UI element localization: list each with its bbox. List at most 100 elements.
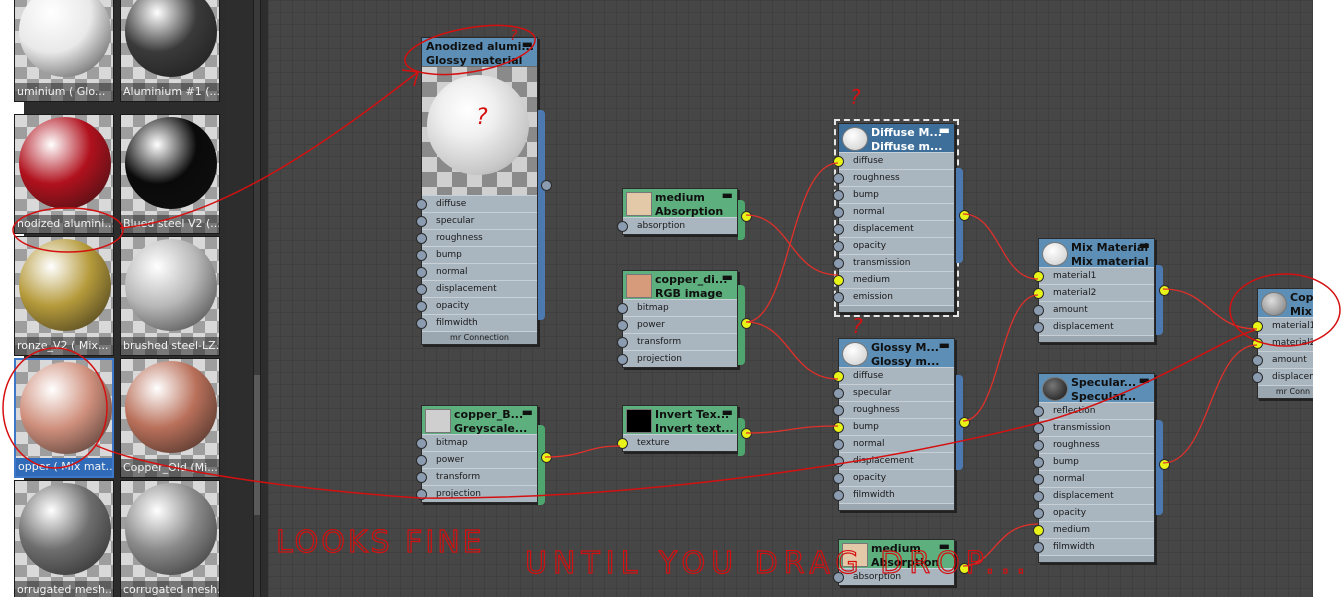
- collapse-icon[interactable]: ▬: [522, 38, 533, 51]
- input-port-icon[interactable]: [1252, 338, 1263, 349]
- input-port-icon[interactable]: [617, 354, 628, 365]
- input-port-icon[interactable]: [1033, 542, 1044, 553]
- input-port-icon[interactable]: [833, 241, 844, 252]
- material-thumbnail[interactable]: nodized alumini...: [14, 114, 114, 234]
- input-port-icon[interactable]: [833, 456, 844, 467]
- material-thumbnail[interactable]: ronze_V2 ( Mix...: [14, 236, 114, 356]
- output-port[interactable]: [1159, 285, 1170, 296]
- node-header[interactable]: copper_B... Greyscale... ▬: [422, 406, 537, 434]
- node-header[interactable]: Glossy M... Glossy m... ▬: [839, 339, 954, 367]
- output-port[interactable]: [541, 452, 552, 463]
- node-slot-amount[interactable]: amount: [1033, 301, 1154, 318]
- input-port-icon[interactable]: [833, 173, 844, 184]
- input-port-icon[interactable]: [416, 284, 427, 295]
- node-slot-displacement[interactable]: displacement: [833, 452, 954, 469]
- input-port-icon[interactable]: [833, 190, 844, 201]
- node-editor-canvas[interactable]: Anodized alumi... Glossy material ▬ diff…: [268, 0, 1313, 597]
- input-port-icon[interactable]: [833, 405, 844, 416]
- node-slot-roughness[interactable]: roughness: [416, 229, 537, 246]
- input-port-icon[interactable]: [416, 472, 427, 483]
- output-port[interactable]: [959, 417, 970, 428]
- input-port-icon[interactable]: [833, 156, 844, 167]
- node-slot-medium[interactable]: medium: [1033, 521, 1154, 538]
- collapse-icon[interactable]: ▬: [722, 189, 733, 202]
- node-copper-rgb-image[interactable]: copper_di... RGB image ▬ bitmap power tran…: [617, 270, 738, 368]
- panel-splitter[interactable]: [226, 0, 268, 597]
- node-slot-medium[interactable]: medium: [833, 271, 954, 288]
- output-port[interactable]: [541, 180, 552, 191]
- input-port-icon[interactable]: [617, 337, 628, 348]
- node-header[interactable]: medium Absorption ▬: [623, 189, 737, 217]
- node-slot-diffuse[interactable]: diffuse: [833, 367, 954, 384]
- node-slot-material2[interactable]: material2: [1033, 284, 1154, 301]
- node-slot-normal[interactable]: normal: [1033, 470, 1154, 487]
- input-port-icon[interactable]: [1033, 288, 1044, 299]
- input-port-icon[interactable]: [617, 320, 628, 331]
- collapse-icon[interactable]: ▬: [939, 540, 950, 553]
- node-slot-bitmap[interactable]: bitmap: [617, 299, 737, 316]
- input-port-icon[interactable]: [1033, 474, 1044, 485]
- node-slot-filmwidth[interactable]: filmwidth: [833, 486, 954, 503]
- input-port-icon[interactable]: [833, 275, 844, 286]
- node-header[interactable]: Mix Material Mix material ▬: [1039, 239, 1154, 267]
- node-slot-specular[interactable]: specular: [833, 384, 954, 401]
- input-port-icon[interactable]: [833, 422, 844, 433]
- node-slot-material1[interactable]: material1: [1252, 317, 1313, 334]
- node-diffuse-material[interactable]: Diffuse M... Diffuse m... ▬ diffuse rough…: [833, 119, 959, 317]
- input-port-icon[interactable]: [416, 455, 427, 466]
- input-port-icon[interactable]: [833, 207, 844, 218]
- node-slot-emission[interactable]: emission: [833, 288, 954, 305]
- input-port-icon[interactable]: [1033, 271, 1044, 282]
- material-thumbnail[interactable]: Copper_Old (Mi...: [120, 358, 220, 478]
- collapse-icon[interactable]: ▬: [939, 124, 950, 137]
- collapse-icon[interactable]: ▬: [939, 339, 950, 352]
- input-port-icon[interactable]: [1033, 305, 1044, 316]
- node-slot-absorption[interactable]: absorption: [833, 568, 954, 585]
- node-slot-bump[interactable]: bump: [1033, 453, 1154, 470]
- output-port[interactable]: [741, 428, 752, 439]
- node-anodized-glossy[interactable]: Anodized alumi... Glossy material ▬ diff…: [416, 37, 538, 345]
- input-port-icon[interactable]: [833, 371, 844, 382]
- node-slot-amount[interactable]: amount: [1252, 351, 1313, 368]
- node-slot-opacity[interactable]: opacity: [833, 469, 954, 486]
- output-port[interactable]: [1159, 459, 1170, 470]
- collapse-icon[interactable]: ▬: [522, 406, 533, 419]
- node-slot-projection[interactable]: projection: [617, 350, 737, 367]
- node-header[interactable]: Copp Mix r: [1258, 289, 1313, 317]
- collapse-icon[interactable]: ▬: [1139, 374, 1150, 387]
- node-slot-filmwidth[interactable]: filmwidth: [416, 314, 537, 331]
- node-slot-displacement[interactable]: displacement: [1033, 487, 1154, 504]
- input-port-icon[interactable]: [416, 438, 427, 449]
- material-thumbnail[interactable]: Aluminium #1 (...: [120, 0, 220, 102]
- node-header[interactable]: Specular... Specular... ▬: [1039, 374, 1154, 402]
- input-port-icon[interactable]: [416, 199, 427, 210]
- node-slot-normal[interactable]: normal: [416, 263, 537, 280]
- node-slot-displacement[interactable]: displacement: [1033, 318, 1154, 335]
- input-port-icon[interactable]: [416, 301, 427, 312]
- material-thumbnail[interactable]: opper ( Mix mat...: [14, 358, 114, 478]
- collapse-icon[interactable]: ▬: [722, 271, 733, 284]
- node-medium-absorption-2[interactable]: medium Absorption ▬ absorption: [833, 539, 955, 586]
- collapse-icon[interactable]: ▬: [722, 406, 733, 419]
- node-slot-filmwidth[interactable]: filmwidth: [1033, 538, 1154, 555]
- input-port-icon[interactable]: [1033, 525, 1044, 536]
- node-header[interactable]: Diffuse M... Diffuse m... ▬: [839, 124, 954, 152]
- input-port-icon[interactable]: [833, 224, 844, 235]
- input-port-icon[interactable]: [1252, 372, 1263, 383]
- input-port-icon[interactable]: [1252, 355, 1263, 366]
- node-slot-opacity[interactable]: opacity: [833, 237, 954, 254]
- input-port-icon[interactable]: [833, 388, 844, 399]
- input-port-icon[interactable]: [833, 439, 844, 450]
- node-slot-roughness[interactable]: roughness: [1033, 436, 1154, 453]
- node-slot-transmission[interactable]: transmission: [1033, 419, 1154, 436]
- node-slot-displacemen[interactable]: displacemen: [1252, 368, 1313, 385]
- input-port-icon[interactable]: [617, 221, 628, 232]
- node-slot-roughness[interactable]: roughness: [833, 401, 954, 418]
- node-slot-normal[interactable]: normal: [833, 435, 954, 452]
- input-port-icon[interactable]: [416, 267, 427, 278]
- node-slot-transform[interactable]: transform: [617, 333, 737, 350]
- node-header[interactable]: medium Absorption ▬: [839, 540, 954, 568]
- input-port-icon[interactable]: [1033, 491, 1044, 502]
- input-port-icon[interactable]: [416, 216, 427, 227]
- node-slot-transform[interactable]: transform: [416, 468, 537, 485]
